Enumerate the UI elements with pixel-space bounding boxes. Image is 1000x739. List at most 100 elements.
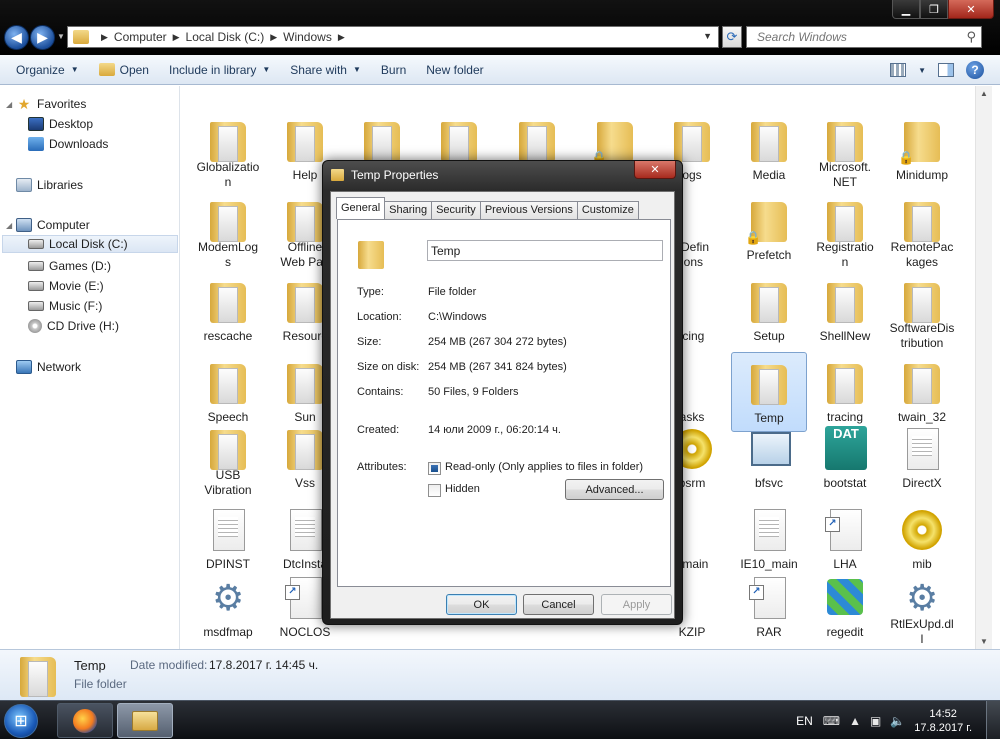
tab-previous-versions[interactable]: Previous Versions [479,201,578,219]
nav-games-drive[interactable]: Games (D:) [28,257,111,275]
network-status-icon[interactable]: ▣ [870,714,881,728]
refresh-button[interactable]: ⟳ [722,26,742,48]
nav-network[interactable]: Network [6,358,81,376]
close-button[interactable]: ✕ [948,0,994,19]
document-icon [285,507,325,553]
nav-libraries[interactable]: Libraries [6,176,83,194]
open-button[interactable]: Open [89,55,159,84]
folder-icon [285,426,325,472]
breadcrumb-computer[interactable]: Computer ▶ [114,30,180,44]
breadcrumb-local-disk[interactable]: Local Disk (C:) ▶ [186,30,278,44]
tab-general[interactable]: General [336,197,386,219]
system-tray: EN ⌨ ▲ ▣ 🔈 14:52 17.8.2017 г. [796,701,1000,739]
include-in-library-button[interactable]: Include in library ▼ [159,55,280,84]
file-item-directx[interactable]: DirectX [884,418,960,498]
address-history-dropdown[interactable]: ▼ [703,31,712,41]
scroll-down-arrow-icon[interactable]: ▼ [980,637,988,646]
breadcrumb-windows[interactable]: Windows ▶ [283,30,345,44]
show-hidden-icons-icon[interactable]: ▲ [849,714,861,728]
toolbar-right-group: ▼ ? [890,61,984,79]
nav-local-disk[interactable]: Local Disk (C:) [2,235,178,253]
tab-sharing[interactable]: Sharing [384,201,433,219]
chevron-right-icon[interactable]: ▶ [338,32,345,43]
collapse-arrow-icon[interactable]: ◢ [6,221,16,230]
new-folder-button[interactable]: New folder [416,55,493,84]
breadcrumb-separator[interactable]: ▶ [95,32,108,43]
nav-music-drive[interactable]: Music (F:) [28,297,102,315]
help-icon[interactable]: ? [966,61,984,79]
hard-drive-icon [28,239,44,249]
file-item-bootstat[interactable]: bootstat [807,418,883,498]
search-icon[interactable]: ⚲ [966,29,976,45]
organize-button[interactable]: Organize ▼ [6,55,89,84]
tab-security[interactable]: Security [431,201,481,219]
file-item-softwaredis-tribution[interactable]: SoftwareDis tribution [884,271,960,351]
taskbar-explorer[interactable] [117,703,173,738]
file-item-msdfmap[interactable]: msdfmap [190,567,266,647]
file-item-regedit[interactable]: regedit [807,567,883,647]
nav-desktop[interactable]: Desktop [28,115,93,133]
taskbar-firefox[interactable] [57,703,113,738]
file-item-rtlexupd-dl-l[interactable]: RtlExUpd.dl l [884,567,960,647]
view-options-dropdown[interactable]: ▼ [918,66,926,75]
burn-button[interactable]: Burn [371,55,416,84]
clock[interactable]: 14:52 17.8.2017 г. [914,707,972,735]
readonly-checkbox[interactable] [428,462,441,475]
address-bar[interactable]: ▶ Computer ▶ Local Disk (C:) ▶ Windows ▶ ▼ [67,26,719,48]
file-item-rar[interactable]: RAR [731,567,807,647]
file-item-rescache[interactable]: rescache [190,271,266,351]
minimize-button[interactable]: ▁ [892,0,920,19]
nav-computer[interactable]: ◢ Computer [6,216,90,234]
scroll-up-arrow-icon[interactable]: ▲ [980,89,988,98]
collapse-arrow-icon[interactable]: ◢ [6,100,16,109]
file-item-label: rescache [203,329,253,343]
search-box[interactable]: ⚲ [746,26,982,48]
file-item-registratio-n[interactable]: Registratio n [807,190,883,270]
file-item-modemlog-s[interactable]: ModemLog s [190,190,266,270]
vertical-scrollbar[interactable]: ▲ ▼ [975,86,992,649]
cd-drive-icon [28,319,42,333]
nav-downloads[interactable]: Downloads [28,135,108,153]
desktop-icon [28,117,44,131]
file-item-minidump[interactable]: Minidump [884,110,960,190]
disc-image-icon [902,507,942,553]
file-item-setup[interactable]: Setup [731,271,807,351]
chevron-right-icon[interactable]: ▶ [270,32,277,43]
forward-button[interactable]: ▶ [30,25,55,50]
maximize-button[interactable]: ❐ [920,0,948,19]
hidden-checkbox[interactable] [428,484,441,497]
cancel-button[interactable]: Cancel [523,594,594,615]
file-item-microsoft-net[interactable]: Microsoft. NET [807,110,883,190]
show-desktop-button[interactable] [986,701,1000,739]
share-with-button[interactable]: Share with ▼ [280,55,371,84]
change-view-icon[interactable] [890,63,907,77]
file-item-media[interactable]: Media [731,110,807,190]
nav-movie-drive[interactable]: Movie (E:) [28,277,104,295]
recent-pages-dropdown[interactable]: ▼ [57,32,65,41]
folder-name-field[interactable] [427,240,663,261]
file-item-bfsvc[interactable]: bfsvc [731,418,807,498]
preview-pane-icon[interactable] [938,63,954,77]
language-indicator[interactable]: EN [796,714,813,728]
close-icon: ✕ [650,164,660,176]
dialog-close-button[interactable]: ✕ [634,161,676,179]
nav-cd-drive[interactable]: CD Drive (H:) [28,317,119,335]
file-item-prefetch[interactable]: Prefetch [731,190,807,270]
search-input[interactable] [747,30,947,44]
nav-favorites[interactable]: ◢ ★ Favorites [6,95,86,113]
file-item-remotepac-kages[interactable]: RemotePac kages [884,190,960,270]
keyboard-icon[interactable]: ⌨ [823,714,840,728]
advanced-button[interactable]: Advanced... [565,479,664,500]
file-item-globalizatio-n[interactable]: Globalizatio n [190,110,266,190]
file-item-shellnew[interactable]: ShellNew [807,271,883,351]
tab-customize[interactable]: Customize [576,201,639,219]
file-item-usb-vibration[interactable]: USB Vibration [190,418,266,498]
start-button[interactable]: ⊞ [4,704,38,738]
apply-button[interactable]: Apply [601,594,672,615]
details-pane: Temp Date modified: 17.8.2017 г. 14:45 ч… [0,649,1000,700]
volume-icon[interactable]: 🔈 [890,714,905,728]
back-button[interactable]: ◀ [4,25,29,50]
hard-drive-icon [28,261,44,271]
chevron-right-icon[interactable]: ▶ [173,32,180,43]
ok-button[interactable]: OK [446,594,517,615]
